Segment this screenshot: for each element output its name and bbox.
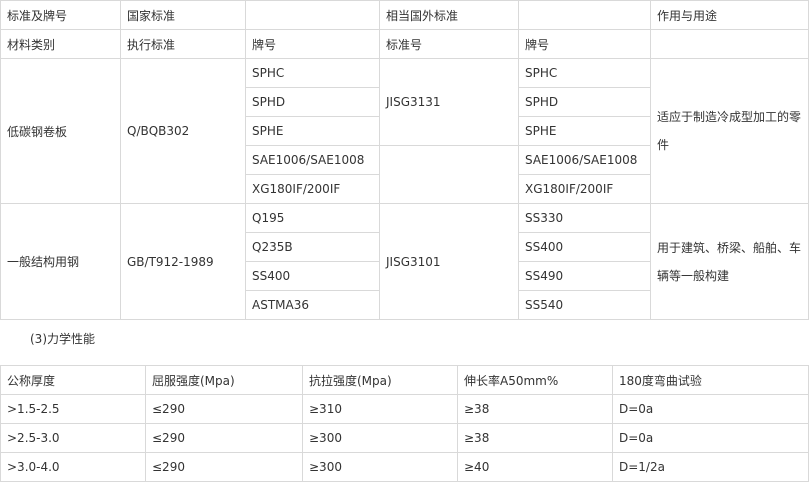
- header-cell: 伸长率A50mm%: [457, 365, 613, 395]
- table-header-row: 公称厚度 屈服强度(Mpa) 抗拉强度(Mpa) 伸长率A50mm% 180度弯…: [0, 365, 809, 395]
- header-cell: 执行标准: [120, 29, 246, 59]
- table-cell: ≥38: [457, 423, 613, 453]
- header-cell: 标准及牌号: [0, 0, 121, 30]
- header-cell: 180度弯曲试验: [612, 365, 809, 395]
- brand-cell: SPHE: [245, 116, 380, 146]
- foreign-standard-cell: JISG3101: [379, 203, 519, 320]
- table-row: 标准及牌号 国家标准 相当国外标准 作用与用途: [0, 0, 809, 30]
- table-cell: ≤290: [145, 452, 303, 482]
- brand-cell: SPHD: [245, 87, 380, 117]
- usage-cell: 适应于制造冷成型加工的零件: [650, 58, 809, 204]
- brand-cell: SPHC: [245, 58, 380, 88]
- table-cell: D=0a: [612, 394, 809, 424]
- header-cell: 国家标准: [120, 0, 246, 30]
- table-cell: ≤290: [145, 394, 303, 424]
- table-cell: ≥38: [457, 394, 613, 424]
- table-cell: >1.5-2.5: [0, 394, 146, 424]
- table-row: 材料类别 执行标准 牌号 标准号 牌号: [0, 29, 809, 59]
- table-cell: ≥300: [302, 423, 458, 453]
- header-cell: 相当国外标准: [379, 0, 519, 30]
- table-row: >3.0-4.0 ≤290 ≥300 ≥40 D=1/2a: [0, 452, 809, 482]
- header-cell: 材料类别: [0, 29, 121, 59]
- foreign-brand-cell: SS330: [518, 203, 651, 233]
- table-cell: D=0a: [612, 423, 809, 453]
- table-row: 一般结构用钢 GB/T912-1989 Q195 JISG3101 SS330 …: [0, 203, 809, 320]
- brand-cell: Q235B: [245, 232, 380, 262]
- header-cell: [518, 0, 651, 30]
- brand-cell: ASTMA36: [245, 290, 380, 320]
- foreign-brand-cell: SS400: [518, 232, 651, 262]
- header-cell: [650, 29, 809, 59]
- mechanical-properties-table: 公称厚度 屈服强度(Mpa) 抗拉强度(Mpa) 伸长率A50mm% 180度弯…: [0, 365, 809, 482]
- exec-standard-cell: Q/BQB302: [120, 58, 246, 204]
- foreign-brand-cell: SPHE: [518, 116, 651, 146]
- header-cell: 作用与用途: [650, 0, 809, 30]
- table-cell: >3.0-4.0: [0, 452, 146, 482]
- brand-cell: XG180IF/200IF: [245, 174, 380, 204]
- table-cell: D=1/2a: [612, 452, 809, 482]
- brand-cell: SS400: [245, 261, 380, 291]
- material-cell: 低碳钢卷板: [0, 58, 121, 204]
- foreign-brand-cell: SPHC: [518, 58, 651, 88]
- header-cell: 公称厚度: [0, 365, 146, 395]
- header-cell: [245, 0, 380, 30]
- foreign-standard-cell: JISG3131: [379, 58, 519, 146]
- table-cell: ≥300: [302, 452, 458, 482]
- table-cell: >2.5-3.0: [0, 423, 146, 453]
- header-cell: 屈服强度(Mpa): [145, 365, 303, 395]
- section-title: (3)力学性能: [30, 332, 95, 346]
- header-cell: 牌号: [245, 29, 380, 59]
- foreign-brand-cell: SS540: [518, 290, 651, 320]
- standards-table: 标准及牌号 国家标准 相当国外标准 作用与用途 材料类别 执行标准 牌号 标准号…: [0, 0, 809, 320]
- foreign-brand-cell: XG180IF/200IF: [518, 174, 651, 204]
- table-cell: ≥40: [457, 452, 613, 482]
- table-cell: ≥310: [302, 394, 458, 424]
- table-row: >2.5-3.0 ≤290 ≥300 ≥38 D=0a: [0, 423, 809, 453]
- header-cell: 牌号: [518, 29, 651, 59]
- brand-cell: Q195: [245, 203, 380, 233]
- header-cell: 标准号: [379, 29, 519, 59]
- table-cell: ≤290: [145, 423, 303, 453]
- header-cell: 抗拉强度(Mpa): [302, 365, 458, 395]
- table-row: 低碳钢卷板 Q/BQB302 SPHC JISG3131 SPHC 适应于制造冷…: [0, 58, 809, 204]
- foreign-brand-cell: SPHD: [518, 87, 651, 117]
- material-cell: 一般结构用钢: [0, 203, 121, 320]
- foreign-brand-cell: SS490: [518, 261, 651, 291]
- table-row: >1.5-2.5 ≤290 ≥310 ≥38 D=0a: [0, 394, 809, 424]
- brand-cell: SAE1006/SAE1008: [245, 145, 380, 175]
- foreign-standard-cell: [379, 145, 519, 204]
- exec-standard-cell: GB/T912-1989: [120, 203, 246, 320]
- usage-cell: 用于建筑、桥梁、船舶、车辆等一般构建: [650, 203, 809, 320]
- foreign-brand-cell: SAE1006/SAE1008: [518, 145, 651, 175]
